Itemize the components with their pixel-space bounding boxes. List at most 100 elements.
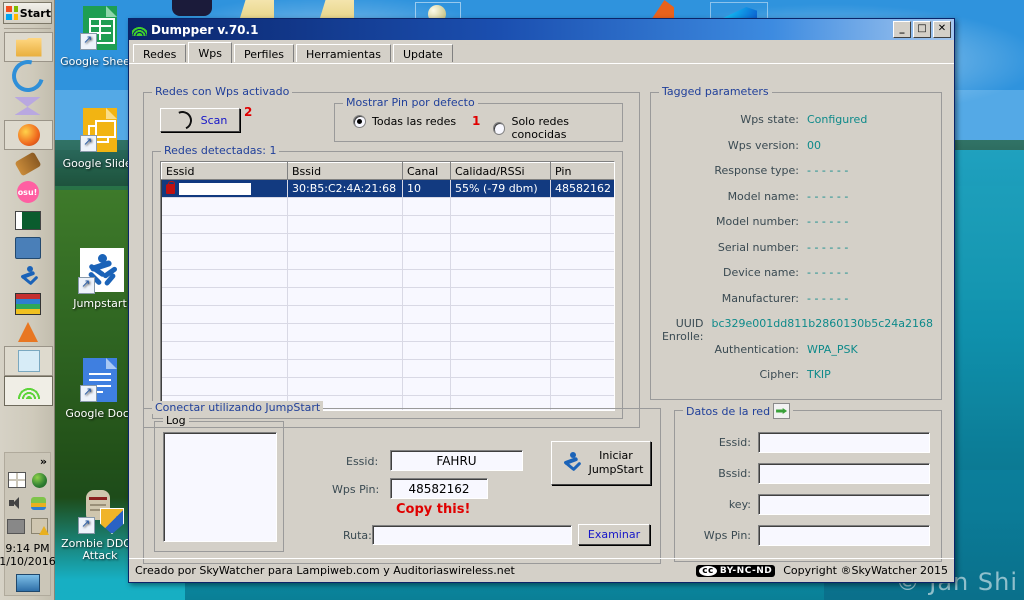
network-data-input[interactable]	[758, 525, 930, 546]
iniciar-jumpstart-button[interactable]: Iniciar JumpStart	[551, 441, 651, 485]
taskbar-item-osu[interactable]: osu!	[4, 178, 51, 206]
cell-empty	[550, 215, 614, 234]
desktop-icon-partial-folder-1[interactable]	[240, 0, 274, 18]
network-data-input[interactable]	[758, 494, 930, 515]
creative-commons-badge: cc BY-NC-ND	[696, 564, 776, 577]
maximize-button[interactable]: □	[913, 21, 931, 38]
scan-button-label: Scan	[200, 113, 228, 127]
export-icon[interactable]	[773, 403, 791, 419]
tagged-parameters-group-title: Tagged parameters	[659, 85, 772, 98]
table-row-empty[interactable]	[161, 197, 614, 216]
close-button[interactable]: ✕	[933, 21, 951, 38]
cell-empty	[550, 359, 614, 378]
annotation-1: 1	[472, 114, 481, 128]
jumpstart-essid-input[interactable]: FAHRU	[390, 450, 523, 471]
tab-herramientas[interactable]: Herramientas	[296, 44, 391, 62]
table-row-empty[interactable]	[161, 269, 614, 288]
tray-overflow-button[interactable]: »	[40, 455, 47, 468]
start-button[interactable]: Start	[3, 2, 52, 24]
jumpstart-wpspin-label: Wps Pin:	[332, 483, 380, 496]
tagged-parameter-label: Wps version:	[727, 138, 799, 152]
table-row-empty[interactable]	[161, 359, 614, 378]
tagged-parameter-label: Device name:	[722, 266, 799, 279]
column-header-bssid[interactable]: Bssid	[287, 162, 403, 180]
table-row-empty[interactable]	[161, 377, 614, 396]
network-data-input[interactable]	[758, 463, 930, 484]
table-row-empty[interactable]	[161, 305, 614, 324]
taskbar-item-jumpstart[interactable]	[4, 262, 51, 290]
tagged-parameter-value: TKIP	[807, 368, 831, 381]
tray-network-icon[interactable]	[7, 518, 25, 534]
jumpstart-wpspin-input[interactable]: 48582162	[390, 478, 488, 499]
cell-empty	[287, 287, 403, 306]
table-row-empty[interactable]	[161, 251, 614, 270]
tray-windows-icon[interactable]	[8, 472, 26, 489]
jumpstart-group: Conectar utilizando JumpStart Log Essid:…	[143, 401, 661, 564]
table-row-empty[interactable]	[161, 323, 614, 342]
desktop-icon-partial-folder-2[interactable]	[320, 0, 354, 18]
column-header-calidad[interactable]: Calidad/RSSi	[450, 162, 551, 180]
tab-perfiles[interactable]: Perfiles	[234, 44, 295, 62]
tray-idm-icon[interactable]	[32, 472, 47, 488]
radio-known-networks[interactable]: Solo redes conocidas	[493, 115, 622, 141]
tray-app-icon[interactable]	[31, 496, 46, 510]
radio-all-networks-indicator[interactable]	[353, 115, 366, 128]
column-header-canal[interactable]: Canal	[402, 162, 451, 180]
column-header-pin[interactable]: Pin	[550, 162, 614, 180]
tab-update[interactable]: Update	[392, 44, 453, 62]
table-row[interactable]: 30:B5:C2:4A:21:68 10 55% (-79 dbm) 48582162	[161, 179, 614, 198]
taskbar-item-mail[interactable]	[4, 92, 51, 120]
desktop-icon-partial-firefox[interactable]	[652, 0, 674, 18]
taskbar-item-show-desktop[interactable]	[4, 32, 53, 62]
tagged-parameter-label: Wps state:	[740, 113, 799, 126]
table-row-empty[interactable]	[161, 215, 614, 234]
detected-networks-group: Redes detectadas: 1 Essid Bssid Canal Ca…	[152, 144, 623, 419]
tray-volume-icon[interactable]	[9, 496, 25, 510]
table-row-empty[interactable]	[161, 287, 614, 306]
network-data-group-title: Datos de la red	[683, 403, 794, 419]
taskbar-item-tool[interactable]	[4, 150, 51, 178]
networks-table[interactable]: Essid Bssid Canal Calidad/RSSi Pin 30:B5…	[160, 161, 615, 411]
taskbar-item-winrar[interactable]	[4, 290, 51, 318]
show-desktop-icon[interactable]	[15, 574, 40, 593]
radio-known-networks-label: Solo redes conocidas	[511, 115, 569, 141]
tagged-parameter-value: - - - - - -	[807, 189, 849, 203]
cell-empty	[450, 197, 551, 216]
tray-clock[interactable]: 9:14 PM 1/10/2016	[0, 542, 56, 568]
taskbar-item-firefox[interactable]	[4, 120, 53, 150]
osu-icon: osu!	[16, 181, 39, 203]
tagged-parameter-row: Wps version: 00	[651, 139, 933, 165]
cell-empty	[450, 215, 551, 234]
column-header-essid[interactable]: Essid	[161, 162, 288, 180]
radio-all-networks[interactable]: Todas las redes	[353, 115, 456, 128]
minimize-button[interactable]: _	[893, 21, 911, 38]
taskbar-item-media[interactable]	[4, 234, 51, 262]
taskbar-item-vlc[interactable]	[4, 318, 51, 346]
tray-warning-icon[interactable]	[31, 518, 49, 536]
table-row-empty[interactable]	[161, 233, 614, 252]
desktop-icon-partial-dark[interactable]	[172, 0, 212, 16]
ruta-input[interactable]	[372, 525, 572, 545]
table-row-empty[interactable]	[161, 341, 614, 360]
taskbar-item-internet-explorer[interactable]	[4, 54, 51, 98]
vlc-cone-icon	[17, 322, 38, 342]
examinar-button[interactable]: Examinar	[578, 524, 650, 545]
network-data-input[interactable]	[758, 432, 930, 453]
taskbar-item-notepad[interactable]	[4, 346, 53, 376]
taskbar-item-dumpper[interactable]	[4, 376, 53, 406]
window-title: Dumpper v.70.1	[151, 22, 259, 37]
mail-icon	[14, 97, 41, 115]
window-titlebar[interactable]: Dumpper v.70.1 _ □ ✕	[129, 19, 954, 40]
scan-button[interactable]: Scan	[160, 107, 240, 133]
cell-empty	[161, 359, 288, 378]
tab-wps[interactable]: Wps	[188, 42, 232, 63]
network-data-fields: Essid: Bssid: key: Wps Pin:	[675, 427, 941, 551]
tab-redes[interactable]: Redes	[133, 44, 187, 62]
radio-known-networks-indicator[interactable]	[493, 121, 506, 135]
log-textarea[interactable]	[163, 432, 277, 542]
jumpstart-runner-icon	[559, 450, 583, 476]
tray-time: 9:14 PM	[5, 541, 50, 555]
taskbar-item-flag[interactable]	[4, 206, 51, 234]
network-data-label: Wps Pin:	[703, 529, 751, 542]
network-data-group-label: Datos de la red	[686, 404, 771, 418]
